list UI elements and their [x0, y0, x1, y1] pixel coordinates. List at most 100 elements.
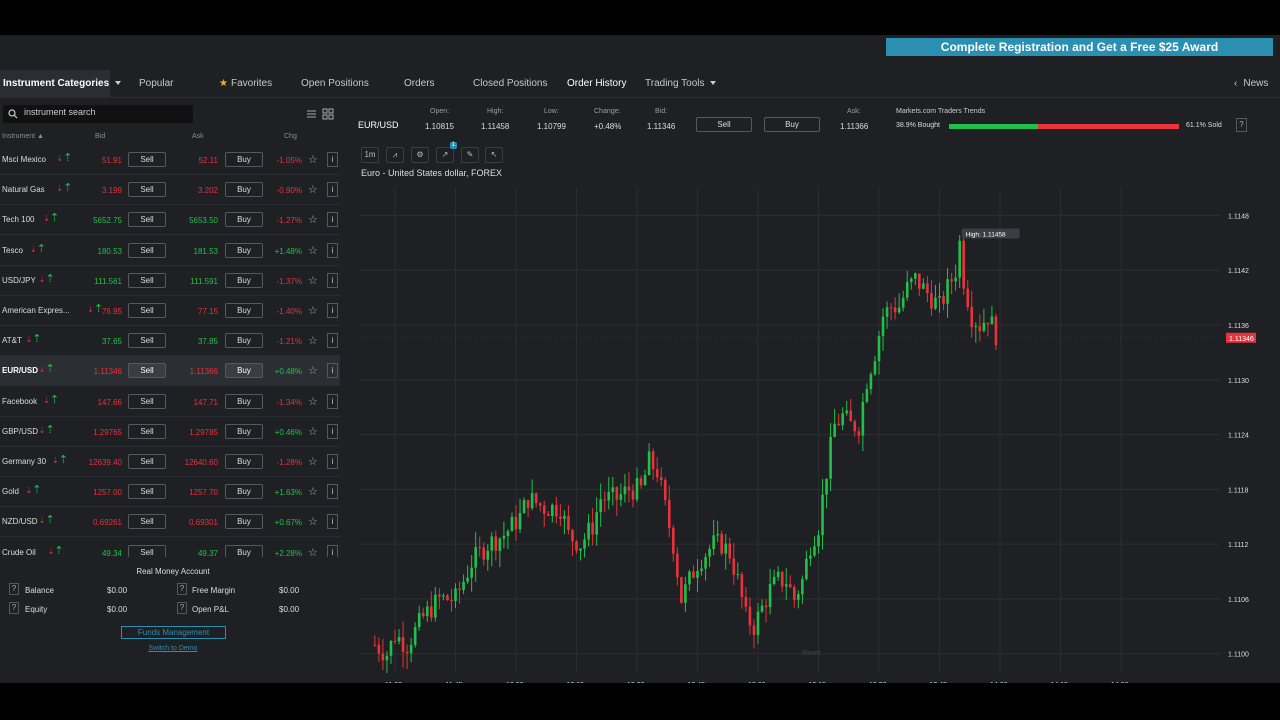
instrument-row[interactable]: Gold ⇣⇡ 1257.00 Sell 1257.70 Buy +1.63% ☆ i [0, 477, 340, 508]
column-header-instrument[interactable]: Instrument ▲ [2, 133, 44, 140]
help-icon[interactable]: ? [177, 602, 187, 614]
star-icon[interactable]: ☆ [308, 244, 318, 257]
info-button[interactable]: i [327, 393, 338, 409]
info-button[interactable]: i [327, 514, 338, 530]
star-icon[interactable]: ☆ [308, 183, 318, 196]
tab-favorites[interactable]: ★ Favorites [219, 70, 272, 98]
info-button[interactable]: i [327, 333, 338, 349]
list-view-icon[interactable] [305, 108, 318, 120]
star-icon[interactable]: ☆ [308, 425, 318, 438]
star-icon[interactable]: ☆ [308, 395, 318, 408]
tab-instrument-categories[interactable]: Instrument Categories [0, 70, 122, 98]
sell-button[interactable]: Sell [128, 454, 166, 469]
sell-button[interactable]: Sell [128, 333, 166, 349]
buy-button[interactable]: Buy [225, 423, 263, 439]
instrument-row[interactable]: USD/JPY ⇣⇡ 111.561 Sell 111.591 Buy -1.37% ☆ i [0, 266, 340, 296]
tab-popular[interactable]: Popular [139, 70, 173, 98]
tab-orders[interactable]: Orders [404, 70, 435, 98]
tab-trading-tools[interactable]: Trading Tools [645, 70, 717, 98]
sell-button[interactable]: Sell [128, 514, 166, 530]
sell-button[interactable]: Sell [128, 242, 166, 258]
info-button[interactable]: i [327, 544, 338, 557]
candle-body [869, 374, 873, 390]
star-icon[interactable]: ☆ [308, 546, 318, 557]
instrument-row[interactable]: Facebook ⇣⇡ 147.66 Sell 147.71 Buy -1.34% ☆ i [0, 387, 340, 417]
chevron-left-icon: ‹ [1234, 78, 1238, 89]
sell-button[interactable]: Sell [128, 544, 166, 557]
instrument-row[interactable]: GBP/USD ⇣⇡ 1.29765 Sell 1.29785 Buy +0.46% ☆ i [0, 417, 340, 447]
help-icon[interactable]: ? [9, 583, 19, 595]
info-button[interactable]: i [327, 182, 338, 198]
info-button[interactable]: i [327, 454, 338, 469]
buy-button[interactable]: Buy [225, 333, 263, 349]
star-icon[interactable]: ☆ [308, 485, 318, 498]
buy-button[interactable]: Buy [225, 152, 263, 167]
instrument-row[interactable]: Natural Gas ⇣⇡ 3.199 Sell 3.202 Buy -0.90% ☆ i [0, 175, 340, 206]
info-button[interactable]: i [327, 423, 338, 439]
info-button[interactable]: i [327, 363, 338, 379]
star-icon[interactable]: ☆ [308, 274, 318, 287]
info-button[interactable]: i [327, 303, 338, 318]
buy-button[interactable]: Buy [225, 393, 263, 409]
buy-button[interactable]: Buy [225, 363, 263, 379]
buy-button[interactable]: Buy [225, 454, 263, 469]
instrument-row[interactable]: AT&T ⇣⇡ 37.65 Sell 37.85 Buy -1.21% ☆ i [0, 326, 340, 357]
buy-button[interactable]: Buy [225, 514, 263, 530]
buy-button[interactable]: Buy [225, 212, 263, 228]
buy-button[interactable]: Buy [225, 484, 263, 500]
info-button[interactable]: i [327, 484, 338, 500]
sell-button[interactable]: Sell [128, 303, 166, 318]
news-button[interactable]: ‹ News [1234, 70, 1268, 98]
candle-body [780, 571, 784, 587]
star-icon[interactable]: ☆ [308, 304, 318, 317]
candle-body [776, 571, 780, 577]
sell-button[interactable]: Sell [128, 272, 166, 288]
star-icon[interactable]: ☆ [308, 213, 318, 226]
tab-closed-positions[interactable]: Closed Positions [473, 70, 547, 98]
instrument-row[interactable]: Crude Oil ⇣⇡ 49.34 Sell 49.37 Buy +2.28% ☆ i [0, 538, 340, 557]
buy-button[interactable]: Buy [225, 303, 263, 318]
registration-promo-button[interactable]: Complete Registration and Get a Free $25… [886, 38, 1273, 56]
sell-button[interactable]: Sell [128, 393, 166, 409]
star-icon[interactable]: ☆ [308, 334, 318, 347]
sell-button[interactable]: Sell [128, 363, 166, 379]
candle-body [377, 644, 381, 654]
instrument-row[interactable]: NZD/USD ⇣⇡ 0.69261 Sell 0.69301 Buy +0.67% ☆ i [0, 507, 340, 538]
instrument-row[interactable]: Germany 30 ⇣⇡ 12639.40 Sell 12640.60 Buy -1.28… [0, 447, 340, 477]
funds-management-button[interactable]: Funds Management [121, 626, 226, 639]
instrument-row[interactable]: EUR/USD ⇣⇡ 1.11346 Sell 1.11366 Buy +0.48% ☆ i [0, 356, 340, 387]
instrument-row[interactable]: Tesco ⇣⇡ 180.53 Sell 181.53 Buy +1.48% ☆ i [0, 236, 340, 266]
buy-button[interactable]: Buy [225, 544, 263, 557]
sell-button[interactable]: Sell [128, 182, 166, 198]
instrument-search-input[interactable]: instrument search [3, 105, 193, 123]
sell-button[interactable]: Sell [128, 484, 166, 500]
star-icon[interactable]: ☆ [308, 455, 318, 468]
grid-view-icon[interactable] [322, 108, 335, 120]
info-button[interactable]: i [327, 272, 338, 288]
sell-button[interactable]: Sell [128, 212, 166, 228]
buy-button[interactable]: Buy [225, 272, 263, 288]
instrument-row[interactable]: American Expres... ⇣⇡ 76.95 Sell 77.15 Buy -1.… [0, 296, 340, 326]
ask-price: 37.85 [197, 337, 218, 347]
buy-button[interactable]: Buy [225, 182, 263, 198]
info-button[interactable]: i [327, 212, 338, 228]
help-icon[interactable]: ? [9, 602, 19, 614]
info-button[interactable]: i [327, 242, 338, 258]
tab-open-positions[interactable]: Open Positions [301, 70, 369, 98]
instrument-row[interactable]: Msci Mexico ⇣⇡ 51.91 Sell 52.11 Buy -1.05% ☆ i [0, 145, 340, 175]
sell-button[interactable]: Sell [128, 152, 166, 167]
instrument-row[interactable]: Tech 100 ⇣⇡ 5652.75 Sell 5653.50 Buy -1.27% ☆ i [0, 205, 340, 236]
price-chart[interactable]: 1.1148 1.1142 1.1136 1.1130 1.1124 1.1118 1.11… [350, 100, 1272, 683]
tab-order-history[interactable]: Order History [567, 70, 626, 98]
candle-body [768, 584, 772, 608]
star-icon[interactable]: ☆ [308, 515, 318, 528]
switch-to-demo-link[interactable]: Switch to Demo [0, 645, 346, 652]
candle-body [639, 478, 643, 486]
help-icon[interactable]: ? [177, 583, 187, 595]
buy-button[interactable]: Buy [225, 242, 263, 258]
y-tick-label: 1.1112 [1228, 542, 1248, 549]
sell-button[interactable]: Sell [128, 423, 166, 439]
star-icon[interactable]: ☆ [308, 153, 318, 166]
star-icon[interactable]: ☆ [308, 364, 318, 377]
info-button[interactable]: i [327, 152, 338, 167]
